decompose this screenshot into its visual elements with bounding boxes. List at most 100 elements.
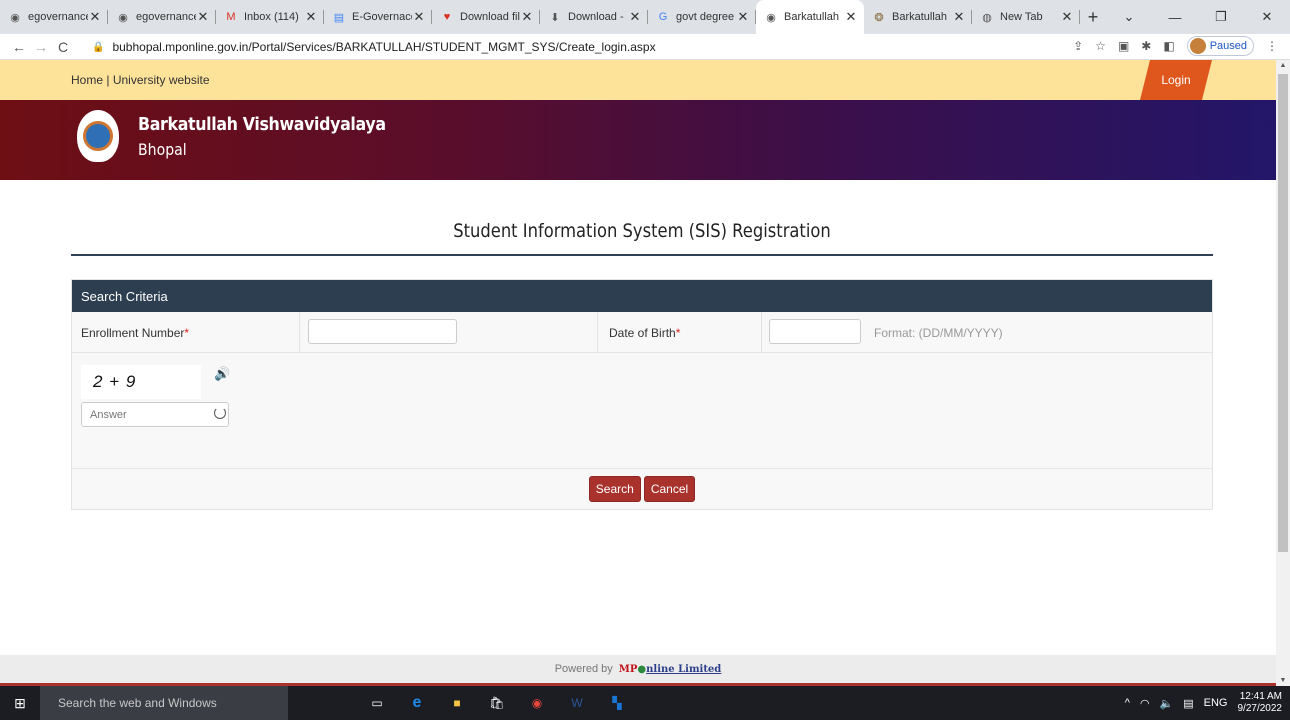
required-mark: * [675, 325, 681, 340]
restore-button[interactable]: ❐ [1198, 9, 1244, 25]
menu-kebab-icon[interactable]: ⋮ [1266, 39, 1278, 53]
close-tab-icon[interactable]: ✕ [520, 9, 534, 25]
close-tab-icon[interactable]: ✕ [736, 9, 750, 25]
university-website-link[interactable]: University website [113, 73, 210, 87]
google-icon: G [658, 11, 668, 23]
forward-button[interactable]: → [30, 39, 52, 55]
audio-captcha-speaker-icon[interactable]: 🔊 [214, 366, 230, 382]
action-center-icon[interactable]: ▤ [1183, 697, 1193, 710]
app-tile-icon[interactable]: ▚ [608, 694, 626, 712]
cell-divider [597, 312, 598, 353]
globe-icon: ◉ [766, 11, 776, 24]
enrollment-number-input[interactable] [308, 319, 457, 344]
browser-tab[interactable]: Ggovt degree ✕ [648, 0, 756, 34]
close-tab-icon[interactable]: ✕ [628, 9, 642, 25]
taskbar-clock[interactable]: 12:41 AM 9/27/2022 [1238, 691, 1283, 715]
system-tray: ^ ◠ 🔈 ▤ ENG 12:41 AM 9/27/2022 [1125, 691, 1290, 715]
page-scrollbar[interactable]: ▲ ▼ [1276, 60, 1290, 686]
scroll-down-arrow-icon[interactable]: ▼ [1276, 677, 1290, 684]
chrome-taskbar-icon[interactable]: ◉ [528, 694, 546, 712]
university-logo-icon [77, 110, 119, 162]
captcha-answer-input[interactable]: Answer [81, 402, 229, 427]
browser-tab[interactable]: ♥ Download fil ✕ [432, 0, 540, 34]
home-link[interactable]: Home [71, 73, 103, 87]
volume-icon[interactable]: 🔈 [1160, 697, 1174, 710]
close-tab-icon[interactable]: ✕ [844, 9, 858, 25]
tab-title: Inbox (114) [244, 11, 299, 23]
avatar [1189, 38, 1206, 54]
back-button[interactable]: ← [8, 39, 30, 55]
side-panel-icon[interactable]: ◧ [1163, 39, 1174, 53]
close-tab-icon[interactable]: ✕ [952, 9, 966, 25]
scroll-up-arrow-icon[interactable]: ▲ [1276, 62, 1290, 69]
address-bar[interactable]: 🔒 bubhopal.mponline.gov.in/Portal/Servic… [92, 36, 1242, 58]
captcha-image: 2 + 9 [81, 365, 201, 399]
minimize-button[interactable]: — [1152, 10, 1198, 25]
edge-browser-icon[interactable]: e [408, 694, 426, 712]
enrollment-label-text: Enrollment Number [81, 325, 185, 340]
top-nav: Home | University website Login [0, 60, 1276, 100]
browser-tab[interactable]: ◉ Barkatullah ✕ [756, 0, 864, 34]
close-tab-icon[interactable]: ✕ [88, 9, 102, 25]
tab-title: E-Governace [352, 11, 412, 23]
close-tab-icon[interactable]: ✕ [304, 9, 318, 25]
tab-title: New Tab [1000, 11, 1043, 23]
browser-toolbar: ← → C 🔒 bubhopal.mponline.gov.in/Portal/… [0, 34, 1290, 60]
tab-separator [1079, 10, 1080, 24]
mponline-brand-name: nline Limited [646, 663, 722, 675]
wifi-icon[interactable]: ◠ [1140, 697, 1150, 710]
share-icon[interactable]: ⇪ [1073, 39, 1083, 53]
download-site-icon: ⬇ [550, 11, 560, 24]
browser-tab[interactable]: ❂ Barkatullah ✕ [864, 0, 972, 34]
windows-start-icon[interactable]: ⊞ [0, 686, 40, 720]
cell-divider [299, 312, 300, 353]
close-window-button[interactable]: ✕ [1244, 9, 1290, 25]
tab-title: Barkatullah [784, 11, 840, 23]
file-explorer-icon[interactable]: ■ [448, 694, 466, 712]
page-title: Student Information System (SIS) Registr… [453, 220, 831, 242]
tab-title: Download fil [460, 11, 520, 23]
powered-by-text: Powered by [554, 663, 613, 675]
login-button[interactable]: Login [1140, 60, 1212, 100]
tab-title: govt degree [676, 11, 735, 23]
search-fields-row: Enrollment Number * Date of Birth * Format… [72, 312, 1212, 353]
search-button[interactable]: Search [588, 476, 641, 502]
docs-icon: ▤ [333, 11, 345, 24]
close-tab-icon[interactable]: ✕ [196, 9, 210, 25]
close-tab-icon[interactable]: ✕ [1060, 9, 1074, 25]
title-divider [71, 254, 1213, 256]
taskbar-search-box[interactable]: Search the web and Windows [40, 686, 288, 720]
reload-button[interactable]: C [52, 39, 74, 55]
language-indicator[interactable]: ENG [1204, 697, 1228, 709]
heart-icon: ♥ [443, 11, 451, 23]
browser-tab[interactable]: ◉ egovernance ✕ [0, 0, 108, 34]
lock-icon: 🔒 [92, 41, 105, 53]
tab-search-icon[interactable]: ⌄ [1106, 9, 1152, 25]
scrollbar-thumb[interactable] [1278, 74, 1288, 552]
date-of-birth-input[interactable] [769, 319, 861, 344]
bookmark-star-icon[interactable]: ☆ [1095, 39, 1106, 53]
cancel-button[interactable]: Cancel [643, 476, 696, 502]
profile-paused-button[interactable]: Paused [1186, 36, 1254, 56]
task-view-icon[interactable]: ▭ [368, 694, 386, 712]
dob-format-hint: Format: (DD/MM/YYYY) [874, 325, 1003, 340]
browser-tab[interactable]: ◍ New Tab ✕ [972, 0, 1080, 34]
refresh-captcha-icon[interactable] [214, 407, 226, 419]
new-tab-button[interactable]: + [1080, 0, 1106, 34]
close-tab-icon[interactable]: ✕ [412, 9, 426, 25]
browser-tab[interactable]: M Inbox (114) ✕ [216, 0, 324, 34]
extensions-icon[interactable]: ✱ [1141, 39, 1151, 53]
word-icon[interactable]: W [568, 694, 586, 712]
university-icon: ❂ [874, 11, 884, 24]
university-name: Barkatullah Vishwavidyalaya [138, 114, 386, 135]
tray-chevron-icon[interactable]: ^ [1125, 697, 1130, 709]
reading-mode-icon[interactable]: ▣ [1118, 39, 1129, 53]
browser-tab[interactable]: ▤ E-Governace ✕ [324, 0, 432, 34]
store-icon[interactable]: 🛍 [488, 694, 506, 712]
globe-icon: ◉ [118, 11, 128, 24]
browser-tab[interactable]: ◉ egovernance ✕ [108, 0, 216, 34]
window-controls: ⌄ — ❐ ✕ [1106, 0, 1290, 34]
mponline-logo[interactable]: MP●nline Limited [619, 664, 722, 675]
address-url: bubhopal.mponline.gov.in/Portal/Services… [112, 40, 656, 54]
browser-tab[interactable]: ⬇ Download - ✕ [540, 0, 648, 34]
